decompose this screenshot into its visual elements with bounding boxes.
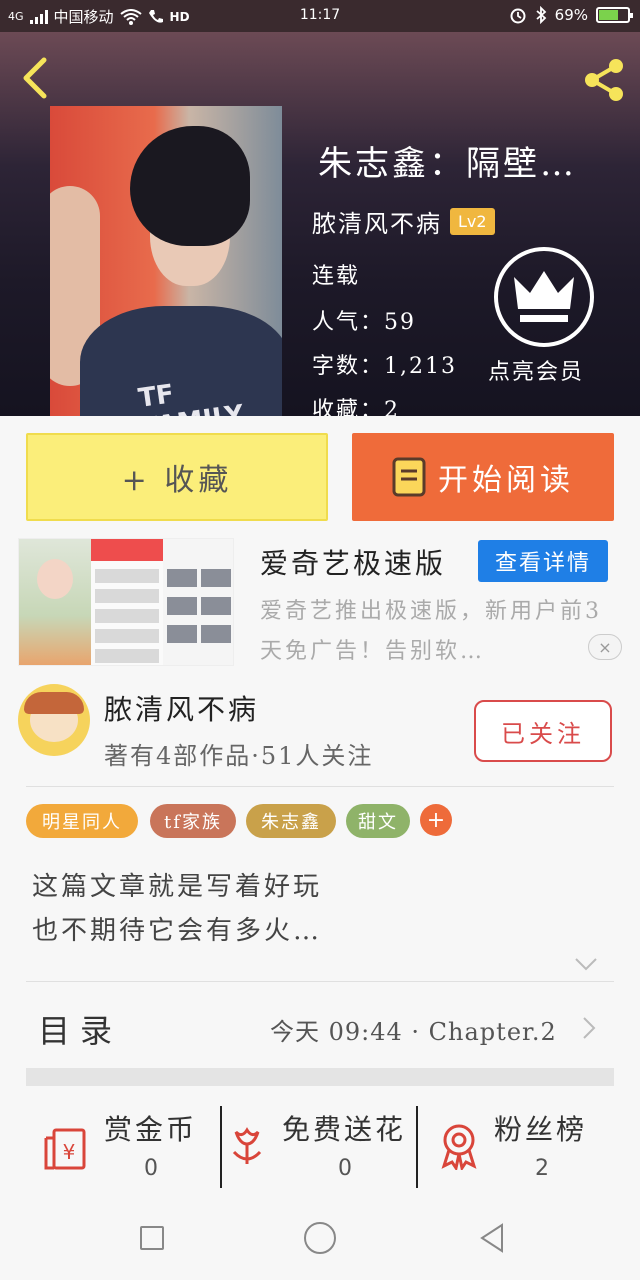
toc-label[interactable]: 目录 [38,1006,122,1052]
book-header: TF FAMILY 朱志鑫：隔壁… 脓清风不病 Lv2 连载 人气：59 字数：… [0,32,640,416]
tag-chip[interactable]: 甜文 [346,804,410,838]
description-line: 这篇文章就是写着好玩 [32,872,323,902]
start-reading-button[interactable]: 开始阅读 [352,433,614,521]
book-icon [392,457,426,497]
medal-icon[interactable] [434,1120,484,1170]
collect-button[interactable]: + 收藏 [26,433,328,521]
author-card-name[interactable]: 脓清风不病 [104,688,259,728]
vip-label[interactable]: 点亮会员 [488,354,584,386]
description-line: 也不期待它会有多火… [32,916,323,946]
followed-button[interactable]: 已关注 [474,700,612,762]
ad-detail-button[interactable]: 查看详情 [478,540,608,582]
stat-value: 0 [338,1156,352,1181]
back-arrow-icon[interactable] [18,56,52,100]
ad-image[interactable] [18,538,234,666]
section-separator [26,1068,614,1086]
nav-back-icon[interactable] [478,1222,506,1254]
share-icon[interactable] [580,56,628,104]
book-cover[interactable]: TF FAMILY [50,106,282,416]
word-count: 字数：1,213 [312,354,457,379]
stat-label[interactable]: 粉丝榜 [494,1108,587,1148]
divider [26,981,614,982]
divider [26,786,614,787]
author-name[interactable]: 脓清风不病 [312,204,442,239]
ad-title[interactable]: 爱奇艺极速版 [260,542,446,582]
flower-icon[interactable] [222,1122,272,1172]
favorites-count: 收藏：2 [312,398,400,416]
svg-text:¥: ¥ [63,1140,76,1164]
start-reading-label: 开始阅读 [438,463,574,498]
chevron-down-icon[interactable] [574,956,598,972]
battery-percent: 69% [554,6,588,24]
stat-label[interactable]: 免费送花 [282,1108,406,1148]
recent-apps-icon[interactable] [140,1226,164,1250]
author-avatar[interactable] [18,684,90,756]
book-title: 朱志鑫：隔壁… [318,144,577,184]
system-nav-bar [0,1196,640,1280]
author-card-stats: 著有4部作品·51人关注 [104,742,374,770]
tag-chip[interactable]: 朱志鑫 [246,804,336,838]
level-badge: Lv2 [450,208,495,235]
ad-description[interactable]: 爱奇艺推出极速版，新用户前3天免广告！告别软… [260,592,610,672]
battery-icon [596,7,633,23]
chevron-right-icon[interactable] [582,1016,596,1040]
tag-chip[interactable]: 明星同人 [26,804,138,838]
stat-label[interactable]: 赏金币 [104,1108,197,1148]
divider [416,1106,418,1188]
ad-close-icon[interactable]: × [588,634,622,660]
crown-icon [514,271,574,322]
vip-crown-button[interactable] [494,247,594,347]
add-tag-button[interactable]: + [420,804,452,836]
author-line: 脓清风不病 Lv2 [312,204,495,239]
home-icon[interactable] [304,1222,336,1254]
toc-latest-chapter[interactable]: 今天 09:44 · Chapter.2 [270,1012,557,1047]
status-bar: 4G 中国移动 HD 11:17 69% [0,0,640,32]
bluetooth-icon [536,6,546,24]
serial-status: 连载 [312,264,361,289]
stat-value: 2 [535,1156,549,1181]
red-envelope-icon[interactable]: ¥ [42,1124,92,1174]
alarm-icon [510,8,526,24]
popularity-count: 人气：59 [312,310,416,335]
tag-chip[interactable]: tf家族 [150,804,236,838]
stat-value: 0 [144,1156,158,1181]
